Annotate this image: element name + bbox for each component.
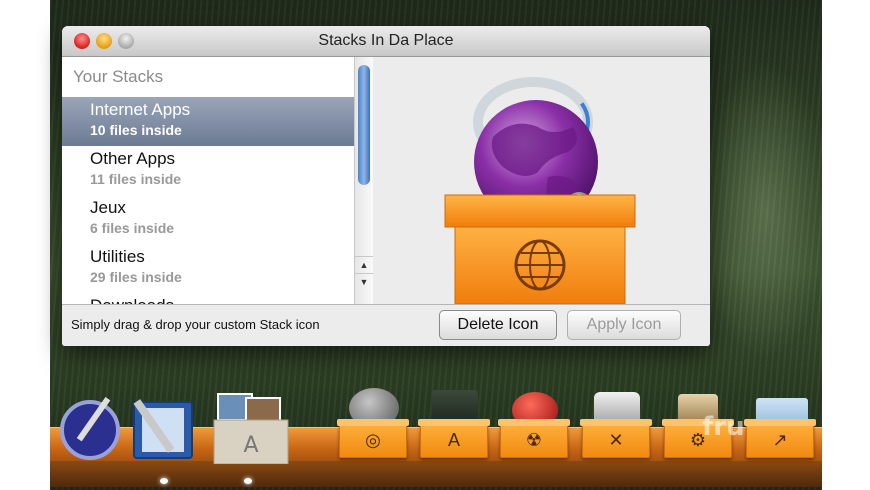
svg-text:A: A <box>243 433 258 458</box>
scroll-up-arrow-icon[interactable]: ▲ <box>355 256 373 273</box>
bottom-bar: Simply drag & drop your custom Stack ico… <box>62 304 710 346</box>
textedit-icon[interactable] <box>130 394 200 467</box>
scroll-down-arrow-icon[interactable]: ▼ <box>355 273 373 290</box>
watermark-text: fru <box>702 412 745 442</box>
stack-name: Jeux <box>90 198 126 217</box>
internet-apps-stack-icon <box>444 77 636 305</box>
script-editor-icon[interactable] <box>60 390 126 467</box>
list-item[interactable]: Other Apps 11 files inside <box>62 146 354 195</box>
stack-name: Downloads <box>90 296 354 304</box>
stack-icon-preview[interactable] <box>373 57 710 305</box>
list-item[interactable]: Internet Apps 10 files inside <box>62 97 354 146</box>
stack-file-count: 6 files inside <box>90 220 175 236</box>
stack-file-count: 29 files inside <box>90 269 182 285</box>
stack-name: Other Apps <box>90 149 176 168</box>
scrollbar-thumb[interactable] <box>358 65 370 185</box>
drag-drop-hint: Simply drag & drop your custom Stack ico… <box>71 317 320 332</box>
stack-name: Internet Apps <box>90 100 191 119</box>
stacks-window: Stacks In Da Place Your Stacks Internet … <box>62 26 710 346</box>
list-item[interactable]: Utilities 29 files inside <box>62 244 354 293</box>
applications-stack-icon[interactable]: A <box>212 390 290 469</box>
list-header: Your Stacks <box>73 67 164 86</box>
running-indicator <box>244 478 252 484</box>
stacks-list[interactable]: Your Stacks Internet Apps 10 files insid… <box>62 57 355 304</box>
list-item[interactable]: Downloads <box>62 293 354 304</box>
running-indicator <box>160 478 168 484</box>
window-title: Stacks In Da Place <box>318 32 454 49</box>
list-item[interactable]: Jeux 6 files inside <box>62 195 354 244</box>
list-scrollbar[interactable]: ▲ ▼ <box>354 57 373 304</box>
stack-file-count: 10 files inside <box>90 122 182 138</box>
title-bar[interactable]: Stacks In Da Place <box>62 26 710 57</box>
apply-icon-button[interactable]: Apply Icon <box>567 310 681 340</box>
delete-icon-button[interactable]: Delete Icon <box>439 310 557 340</box>
stack-name: Utilities <box>90 247 145 266</box>
stack-file-count: 11 files inside <box>90 171 182 187</box>
